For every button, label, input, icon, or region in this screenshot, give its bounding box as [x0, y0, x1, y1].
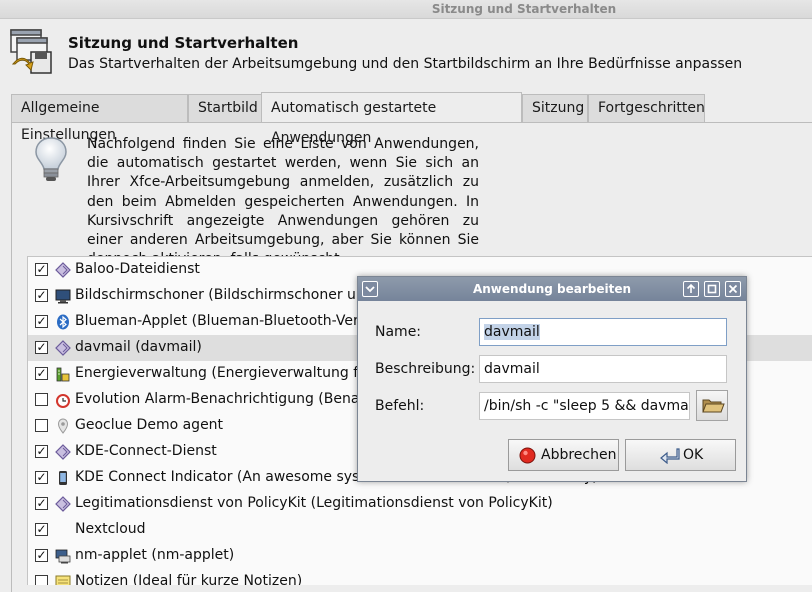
- list-item-label: Geoclue Demo agent: [75, 417, 224, 433]
- alarm-clock-icon: [56, 394, 70, 408]
- tab-autostart[interactable]: Automatisch gestartete Anwendungen: [261, 92, 522, 146]
- enable-checkbox[interactable]: [35, 575, 48, 585]
- enable-checkbox[interactable]: ✓: [35, 445, 48, 458]
- notes-icon: [55, 575, 71, 585]
- list-item[interactable]: ✓ nm-applet (nm-applet): [28, 543, 812, 569]
- enable-checkbox[interactable]: [35, 419, 48, 432]
- list-item-label: KDE-Connect-Dienst: [75, 443, 217, 459]
- page-title: Sitzung und Startverhalten: [68, 34, 299, 52]
- enable-checkbox[interactable]: ✓: [35, 497, 48, 510]
- enable-checkbox[interactable]: ✓: [35, 315, 48, 328]
- maximize-icon: [707, 284, 717, 294]
- list-item-label: Baloo-Dateidienst: [75, 261, 200, 277]
- enable-checkbox[interactable]: ✓: [35, 549, 48, 562]
- name-field-value: davmail: [484, 324, 540, 340]
- folder-open-icon: [702, 399, 725, 413]
- description-label: Beschreibung:: [375, 361, 476, 377]
- ok-button[interactable]: OK: [625, 439, 736, 471]
- ok-label: OK: [683, 447, 704, 463]
- command-field[interactable]: /bin/sh -c "sleep 5 && davmail": [479, 392, 690, 420]
- enable-checkbox[interactable]: ✓: [35, 289, 48, 302]
- chevron-down-icon: [365, 286, 375, 293]
- keep-above-button[interactable]: [683, 281, 699, 297]
- description-field-value: davmail: [484, 361, 540, 377]
- kde-diamond-icon: [55, 340, 71, 356]
- cancel-label: Abbrechen: [541, 447, 617, 463]
- lightbulb-icon: [35, 137, 67, 181]
- session-settings-icon: [10, 29, 52, 74]
- close-button[interactable]: [725, 281, 741, 297]
- kde-diamond-icon: [55, 496, 71, 512]
- battery-icon: [56, 367, 70, 382]
- browse-button[interactable]: [696, 390, 728, 421]
- command-label: Befehl:: [375, 398, 425, 414]
- info-text: Nachfolgend finden Sie eine Liste von An…: [87, 136, 479, 267]
- enable-checkbox[interactable]: ✓: [35, 263, 48, 276]
- location-pin-icon: [57, 418, 69, 434]
- enable-checkbox[interactable]: ✓: [35, 523, 48, 536]
- dialog-titlebar[interactable]: Anwendung bearbeiten: [358, 277, 746, 301]
- tab-general[interactable]: Allgemeine Einstellungen: [11, 94, 188, 143]
- enter-arrow-icon: [660, 448, 680, 464]
- page-subtitle: Das Startverhalten der Arbeitsumgebung u…: [68, 56, 743, 72]
- dialog-title: Anwendung bearbeiten: [472, 282, 632, 296]
- arrow-up-icon: [686, 283, 696, 293]
- name-field[interactable]: davmail: [479, 318, 727, 346]
- list-item-label: nm-applet (nm-applet): [75, 547, 235, 563]
- bluetooth-icon: [57, 314, 69, 330]
- cancel-button[interactable]: Abbrechen: [508, 439, 619, 471]
- list-item[interactable]: Notizen (Ideal für kurze Notizen): [28, 569, 812, 585]
- enable-checkbox[interactable]: [35, 393, 48, 406]
- list-item-label: davmail (davmail): [75, 339, 202, 355]
- window-title: Sitzung und Startverhalten: [431, 2, 617, 16]
- page-header: Sitzung und Startverhalten Das Startverh…: [0, 20, 812, 80]
- list-item[interactable]: ✓ Legitimationsdienst von PolicyKit (Leg…: [28, 491, 812, 517]
- enable-checkbox[interactable]: ✓: [35, 341, 48, 354]
- enable-checkbox[interactable]: ✓: [35, 367, 48, 380]
- name-label: Name:: [375, 324, 422, 340]
- list-item-label: Nextcloud: [75, 521, 146, 537]
- enable-checkbox[interactable]: ✓: [35, 471, 48, 484]
- kde-diamond-icon: [55, 262, 71, 278]
- list-item[interactable]: ✓ Nextcloud: [28, 517, 812, 543]
- phone-icon: [59, 471, 67, 485]
- maximize-button[interactable]: [704, 281, 720, 297]
- network-computer-icon: [55, 549, 71, 564]
- close-icon: [728, 284, 738, 294]
- tab-session[interactable]: Sitzung: [522, 94, 588, 122]
- list-item-label: Notizen (Ideal für kurze Notizen): [75, 573, 303, 585]
- window-titlebar[interactable]: Sitzung und Startverhalten: [0, 0, 812, 19]
- edit-application-dialog[interactable]: Anwendung bearbeiten Name: davmail Besch…: [357, 276, 747, 482]
- kde-diamond-icon: [55, 444, 71, 460]
- tab-splash[interactable]: Startbild: [188, 94, 270, 122]
- window-menu-button[interactable]: [362, 281, 378, 297]
- tab-bar: Allgemeine Einstellungen Startbild Autom…: [11, 92, 812, 146]
- tab-advanced[interactable]: Fortgeschritten: [588, 94, 705, 122]
- monitor-icon: [55, 289, 71, 304]
- list-item-label: Legitimationsdienst von PolicyKit (Legit…: [75, 495, 553, 511]
- cancel-icon: [519, 447, 536, 464]
- description-field[interactable]: davmail: [479, 355, 727, 383]
- command-field-value: /bin/sh -c "sleep 5 && davmail": [484, 398, 690, 414]
